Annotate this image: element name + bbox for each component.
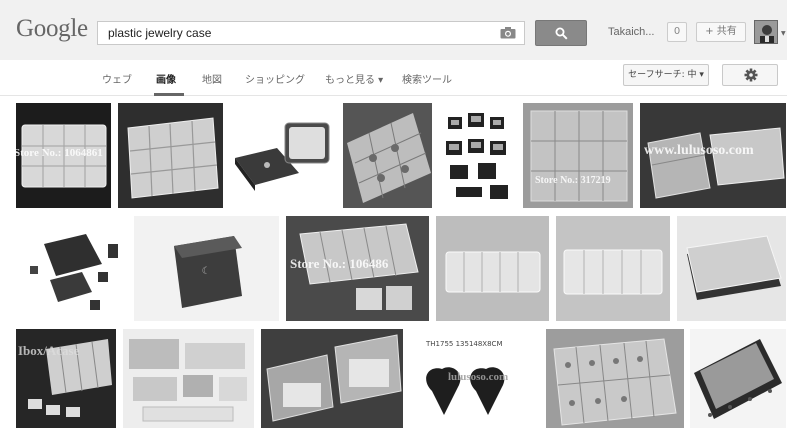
image-result[interactable]: ☾ bbox=[134, 216, 279, 321]
user-name[interactable]: Takaich... bbox=[608, 26, 654, 38]
tab-shopping[interactable]: ショッピング bbox=[245, 71, 305, 86]
settings-button[interactable] bbox=[722, 64, 778, 86]
image-result[interactable]: Store No.: 317219 bbox=[523, 103, 633, 208]
image-result[interactable]: Store No.: 1064861 bbox=[16, 103, 111, 208]
share-button[interactable]: + 共有 bbox=[696, 22, 746, 42]
image-result[interactable] bbox=[343, 103, 432, 208]
notifications-count[interactable]: 0 bbox=[667, 22, 687, 42]
tab-images[interactable]: 画像 bbox=[156, 71, 176, 86]
tab-search-tools[interactable]: 検索ツール bbox=[402, 71, 452, 86]
google-logo[interactable]: Google bbox=[16, 15, 88, 43]
tab-maps[interactable]: 地図 bbox=[202, 71, 222, 86]
avatar[interactable] bbox=[754, 20, 778, 44]
safesearch-button[interactable]: セーフサーチ: 中 ▾ bbox=[623, 64, 709, 86]
image-result[interactable] bbox=[546, 329, 684, 428]
avatar-caret-icon[interactable]: ▼ bbox=[781, 30, 786, 37]
tab-more[interactable]: もっと見る ▾ bbox=[325, 71, 383, 86]
watermark: Ibox/Acase bbox=[18, 343, 80, 358]
image-result[interactable] bbox=[556, 216, 670, 321]
search-button[interactable] bbox=[535, 20, 587, 46]
tab-web[interactable]: ウェブ bbox=[102, 71, 132, 86]
camera-icon[interactable] bbox=[500, 27, 516, 39]
top-bar: Google plastic jewelry case Takaich... 0… bbox=[0, 0, 787, 60]
search-query[interactable]: plastic jewelry case bbox=[108, 26, 211, 40]
gear-icon bbox=[744, 68, 758, 82]
avatar-image bbox=[755, 21, 777, 43]
image-result[interactable]: Store No.: 106486 bbox=[286, 216, 429, 321]
svg-text:☾: ☾ bbox=[202, 266, 211, 277]
watermark: Store No.: 317219 bbox=[535, 175, 611, 186]
image-result[interactable]: www.lulusoso.com bbox=[640, 103, 786, 208]
image-result[interactable]: TH1755 135148X8CM lulusoso.com bbox=[410, 329, 539, 428]
image-result[interactable] bbox=[16, 216, 127, 321]
image-result[interactable] bbox=[261, 329, 403, 428]
search-icon bbox=[555, 27, 568, 40]
active-tab-indicator bbox=[154, 93, 184, 96]
image-result[interactable]: Ibox/Acase bbox=[16, 329, 116, 428]
image-result[interactable] bbox=[118, 103, 223, 208]
product-code: TH1755 135148X8CM bbox=[426, 340, 503, 348]
search-input[interactable]: plastic jewelry case bbox=[97, 21, 525, 45]
image-result[interactable] bbox=[436, 216, 549, 321]
watermark: Store No.: 1064861 bbox=[16, 147, 103, 159]
watermark: www.lulusoso.com bbox=[644, 143, 754, 158]
image-result[interactable] bbox=[229, 103, 337, 208]
image-result[interactable] bbox=[690, 329, 786, 428]
image-result[interactable] bbox=[123, 329, 254, 428]
watermark: Store No.: 106486 bbox=[290, 256, 389, 271]
nav-bar: ウェブ 画像 地図 ショッピング もっと見る ▾ 検索ツール セーフサーチ: 中… bbox=[0, 60, 787, 96]
watermark: lulusoso.com bbox=[448, 371, 509, 383]
image-result[interactable] bbox=[438, 103, 517, 208]
image-result[interactable] bbox=[677, 216, 786, 321]
